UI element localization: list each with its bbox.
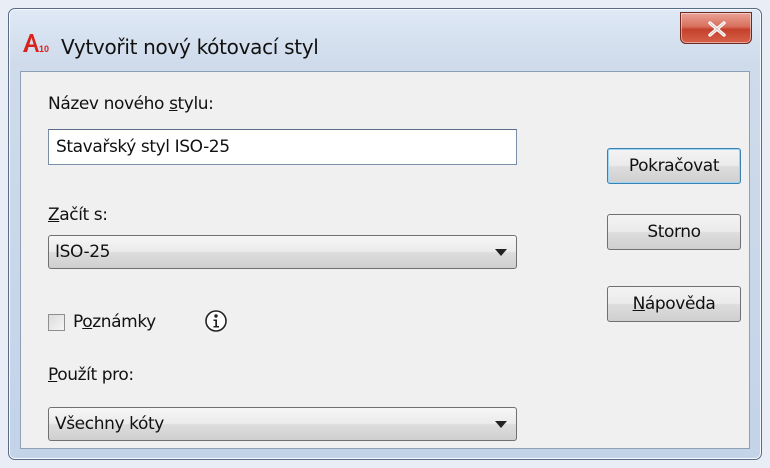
close-icon: [708, 21, 726, 37]
use-for-label: Použít pro:: [48, 365, 134, 385]
start-with-label: Začít s:: [48, 205, 108, 225]
svg-text:10: 10: [39, 44, 49, 54]
dialog-body: Název nového stylu: Začít s: ISO-25 Pozn…: [20, 71, 750, 449]
autocad-app-icon: 10: [22, 32, 52, 54]
start-with-value: ISO-25: [55, 242, 111, 262]
close-button[interactable]: [680, 12, 752, 44]
new-style-name-label: Název nového stylu:: [48, 94, 214, 114]
chevron-down-icon: [495, 421, 507, 428]
chevron-down-icon: [495, 249, 507, 256]
cancel-button[interactable]: Storno: [607, 214, 741, 250]
window-title: Vytvořit nový kótovací styl: [61, 35, 319, 59]
start-with-dropdown[interactable]: ISO-25: [48, 235, 517, 269]
annotative-checkbox[interactable]: [48, 314, 65, 331]
new-style-name-input-box[interactable]: [48, 129, 517, 165]
continue-button[interactable]: Pokračovat: [607, 148, 741, 184]
info-icon[interactable]: [204, 309, 228, 338]
use-for-value: Všechny kóty: [55, 414, 164, 434]
new-style-name-input[interactable]: [49, 130, 516, 164]
title-bar[interactable]: 10 Vytvořit nový kótovací styl: [9, 9, 761, 71]
annotative-label[interactable]: Poznámky: [73, 312, 156, 332]
help-button[interactable]: Nápověda: [607, 286, 741, 322]
dialog-window: 10 Vytvořit nový kótovací styl Název nov…: [8, 8, 762, 460]
use-for-dropdown[interactable]: Všechny kóty: [48, 407, 517, 441]
